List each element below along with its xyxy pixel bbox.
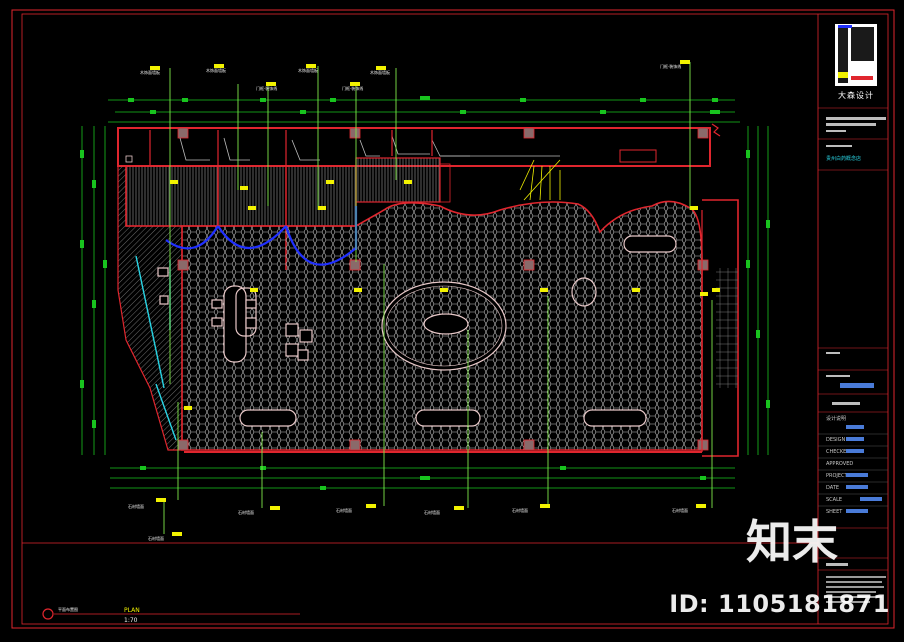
callout-label: 木饰面墙板 bbox=[298, 67, 318, 73]
watermark-id: ID: 1105181871 bbox=[669, 590, 890, 618]
display-table bbox=[415, 409, 481, 427]
display-table bbox=[583, 409, 647, 427]
watermark-logo: 知末 bbox=[746, 515, 838, 569]
callout-label: 石材墙面 bbox=[424, 509, 440, 515]
stair-zone bbox=[355, 157, 441, 203]
callout-label: 门框·装饰线 bbox=[256, 85, 277, 91]
storage-rooms bbox=[125, 165, 357, 227]
callout-label: 门框·装饰线 bbox=[660, 63, 681, 69]
plan-caption: 平面布置图 PLAN 1:70 bbox=[42, 606, 300, 624]
callout-label: 木饰面墙板 bbox=[140, 69, 160, 75]
callout-label: 木饰面墙板 bbox=[206, 67, 226, 73]
title-block-table: 设计说明 DESIGN CHECKED APPROVED PROJECT NO.… bbox=[818, 415, 888, 515]
callout-label: 木饰面墙板 bbox=[370, 69, 390, 75]
right-tile-strip bbox=[716, 268, 738, 388]
svg-text:SCALE: SCALE bbox=[826, 497, 842, 503]
callout-label: 石材墙面 bbox=[148, 535, 164, 541]
display-table bbox=[239, 409, 297, 427]
callout-label: 门框·装饰线 bbox=[342, 85, 363, 91]
plan-scale: 1:70 bbox=[124, 617, 138, 624]
counter-box bbox=[619, 149, 657, 163]
brand-name: 大森设计 bbox=[838, 90, 874, 100]
svg-text:DESIGN: DESIGN bbox=[826, 437, 846, 443]
callout-label: 石材墙面 bbox=[336, 507, 352, 513]
callout-label: 石材墙面 bbox=[512, 507, 528, 513]
callout-label: 石材墙面 bbox=[238, 509, 254, 515]
plan-label: PLAN bbox=[124, 607, 140, 614]
tall-display bbox=[223, 285, 247, 363]
display-table bbox=[623, 235, 677, 253]
svg-text:APPROVED: APPROVED bbox=[826, 461, 853, 467]
svg-text:设计说明: 设计说明 bbox=[826, 415, 846, 422]
callout-label: 石材墙面 bbox=[672, 507, 688, 513]
plan-legend: 平面布置图 bbox=[58, 606, 78, 612]
project-name: 贵州白药概念店 bbox=[826, 155, 861, 162]
svg-text:DATE: DATE bbox=[826, 485, 839, 491]
callout-label: 石材墙面 bbox=[128, 503, 144, 509]
